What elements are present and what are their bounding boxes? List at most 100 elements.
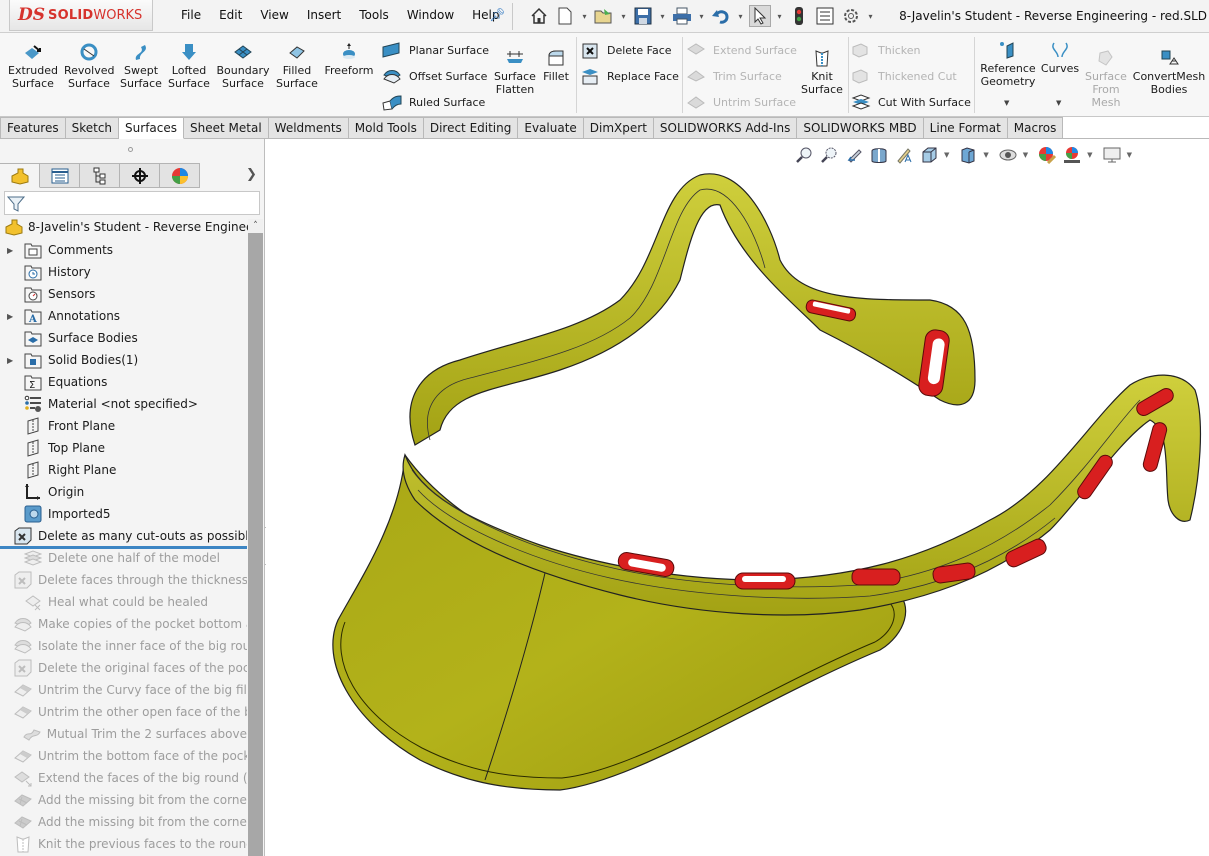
undo-dropdown-arrow[interactable]: ▾	[736, 12, 745, 21]
display-style-icon[interactable]	[958, 145, 978, 165]
tree-item[interactable]: Untrim the Curvy face of the big fillet	[0, 679, 247, 701]
options-gear-icon[interactable]	[840, 5, 862, 27]
select-dropdown-arrow[interactable]: ▾	[775, 12, 784, 21]
tree-item[interactable]: Top Plane	[0, 437, 247, 459]
tree-item[interactable]: ▶ Comments	[0, 239, 247, 261]
tab-features[interactable]: Features	[0, 117, 66, 139]
tab-dimxpert[interactable]: DimXpert	[583, 117, 654, 139]
configurationmanager-tab[interactable]	[80, 163, 120, 188]
menu-edit[interactable]: Edit	[210, 8, 251, 22]
cut-with-surface-button[interactable]: Cut With Surface	[851, 93, 971, 111]
zoom-to-area-icon[interactable]	[819, 145, 839, 165]
reference-geometry-button[interactable]: Reference Geometry	[980, 41, 1036, 88]
expand-arrow-icon[interactable]: ▶	[7, 312, 17, 321]
apply-scene-icon[interactable]	[1062, 145, 1082, 165]
tab-mold-tools[interactable]: Mold Tools	[348, 117, 424, 139]
undo-icon[interactable]	[710, 5, 732, 27]
open-icon[interactable]	[593, 5, 615, 27]
dynamic-annotation-icon[interactable]	[894, 145, 914, 165]
tree-item[interactable]: Imported5	[0, 503, 247, 525]
tree-item[interactable]: Extend the faces of the big round (nat	[0, 767, 247, 789]
offset-surface-button[interactable]: Offset Surface	[382, 67, 487, 85]
rebuild-traffic-light-icon[interactable]	[788, 5, 810, 27]
menu-tools[interactable]: Tools	[350, 8, 398, 22]
tree-item[interactable]: Heal what could be healed	[0, 591, 247, 613]
planar-surface-button[interactable]: Planar Surface	[382, 41, 489, 59]
save-icon[interactable]	[632, 5, 654, 27]
tree-item[interactable]: Untrim the bottom face of the pocket	[0, 745, 247, 767]
extruded-surface-button[interactable]: Extruded Surface	[8, 43, 58, 90]
face-shield-model[interactable]	[266, 139, 1209, 856]
tree-item[interactable]: Material <not specified>	[0, 393, 247, 415]
graphics-area[interactable]: ▼ ▼ ▼ ▼ ▼	[266, 139, 1209, 856]
chevron-right-icon[interactable]: ❯	[246, 167, 257, 182]
tree-item[interactable]: Add the missing bit from the corner fa	[0, 811, 247, 833]
section-view-icon[interactable]	[869, 145, 889, 165]
thicken-button[interactable]: Thicken	[851, 41, 921, 59]
tree-item[interactable]: Origin	[0, 481, 247, 503]
delete-face-button[interactable]: Delete Face	[580, 41, 672, 59]
panel-resize-grip[interactable]	[128, 147, 133, 152]
tree-item[interactable]: Right Plane	[0, 459, 247, 481]
swept-surface-button[interactable]: Swept Surface	[120, 43, 162, 90]
display-style-dropdown[interactable]: ▼	[983, 151, 988, 159]
expand-arrow-icon[interactable]: ▶	[7, 246, 17, 255]
tree-item[interactable]: ▶ Solid Bodies(1)	[0, 349, 247, 371]
dimxpert-tab[interactable]	[120, 163, 160, 188]
display-manager-tab[interactable]	[160, 163, 200, 188]
replace-face-button[interactable]: Replace Face	[580, 67, 679, 85]
tab-surfaces[interactable]: Surfaces	[119, 117, 185, 139]
menu-insert[interactable]: Insert	[298, 8, 350, 22]
tab-sheet-metal[interactable]: Sheet Metal	[184, 117, 269, 139]
tree-item[interactable]: Make copies of the pocket bottom an	[0, 613, 247, 635]
view-settings-dropdown[interactable]: ▼	[1127, 151, 1132, 159]
tab-weldments[interactable]: Weldments	[268, 117, 349, 139]
menu-window[interactable]: Window	[398, 8, 463, 22]
hide-show-dropdown[interactable]: ▼	[1023, 151, 1028, 159]
new-dropdown-arrow[interactable]: ▾	[580, 12, 589, 21]
options-dropdown-arrow[interactable]: ▾	[866, 12, 875, 21]
lofted-surface-button[interactable]: Lofted Surface	[168, 43, 210, 90]
tree-item[interactable]: Isolate the inner face of the big round	[0, 635, 247, 657]
rollback-bar[interactable]	[0, 546, 247, 549]
boundary-surface-button[interactable]: Boundary Surface	[216, 43, 270, 90]
tab-solidworks-add-ins[interactable]: SOLIDWORKS Add-Ins	[653, 117, 798, 139]
save-dropdown-arrow[interactable]: ▾	[658, 12, 667, 21]
tree-item[interactable]: History	[0, 261, 247, 283]
freeform-button[interactable]: Freeform	[324, 43, 374, 77]
untrim-surface-button[interactable]: Untrim Surface	[686, 93, 796, 111]
knit-surface-button[interactable]: Knit Surface	[800, 49, 844, 96]
menu-file[interactable]: File	[172, 8, 210, 22]
menu-view[interactable]: View	[251, 8, 297, 22]
previous-view-icon[interactable]	[844, 145, 864, 165]
tree-item[interactable]: Delete as many cut-outs as possible	[0, 525, 247, 547]
edit-appearance-icon[interactable]	[1037, 145, 1057, 165]
zoom-to-fit-icon[interactable]	[794, 145, 814, 165]
tab-line-format[interactable]: Line Format	[923, 117, 1008, 139]
solidworks-logo[interactable]: DS SOLID WORKS	[9, 0, 153, 31]
trim-surface-button[interactable]: Trim Surface	[686, 67, 782, 85]
surface-from-mesh-button[interactable]: Surface From Mesh	[1084, 49, 1128, 109]
home-icon[interactable]	[528, 5, 550, 27]
print-icon[interactable]	[671, 5, 693, 27]
extend-surface-button[interactable]: Extend Surface	[686, 41, 797, 59]
tree-item[interactable]: Delete faces through the thickness	[0, 569, 247, 591]
ruled-surface-button[interactable]: Ruled Surface	[382, 93, 485, 111]
thickened-cut-button[interactable]: Thickened Cut	[851, 67, 957, 85]
tree-item[interactable]: Untrim the other open face of the big	[0, 701, 247, 723]
new-document-icon[interactable]	[554, 5, 576, 27]
tree-root-part[interactable]: 8-Javelin's Student - Reverse Engineerin…	[4, 218, 248, 236]
hide-show-items-icon[interactable]	[998, 145, 1018, 165]
convert-mesh-bodies-button[interactable]: ConvertMesh Bodies	[1132, 49, 1206, 96]
tab-direct-editing[interactable]: Direct Editing	[423, 117, 519, 139]
tree-item[interactable]: Knit the previous faces to the round	[0, 833, 247, 855]
tab-macros[interactable]: Macros	[1007, 117, 1064, 139]
tab-sketch[interactable]: Sketch	[65, 117, 120, 139]
propertymanager-tab[interactable]	[40, 163, 80, 188]
select-pointer-icon[interactable]	[749, 5, 771, 27]
tree-item[interactable]: Add the missing bit from the corner fa	[0, 789, 247, 811]
view-settings-icon[interactable]	[1102, 145, 1122, 165]
filled-surface-button[interactable]: Filled Surface	[276, 43, 318, 90]
revolved-surface-button[interactable]: Revolved Surface	[64, 43, 114, 90]
featuremanager-tab[interactable]	[0, 163, 40, 188]
